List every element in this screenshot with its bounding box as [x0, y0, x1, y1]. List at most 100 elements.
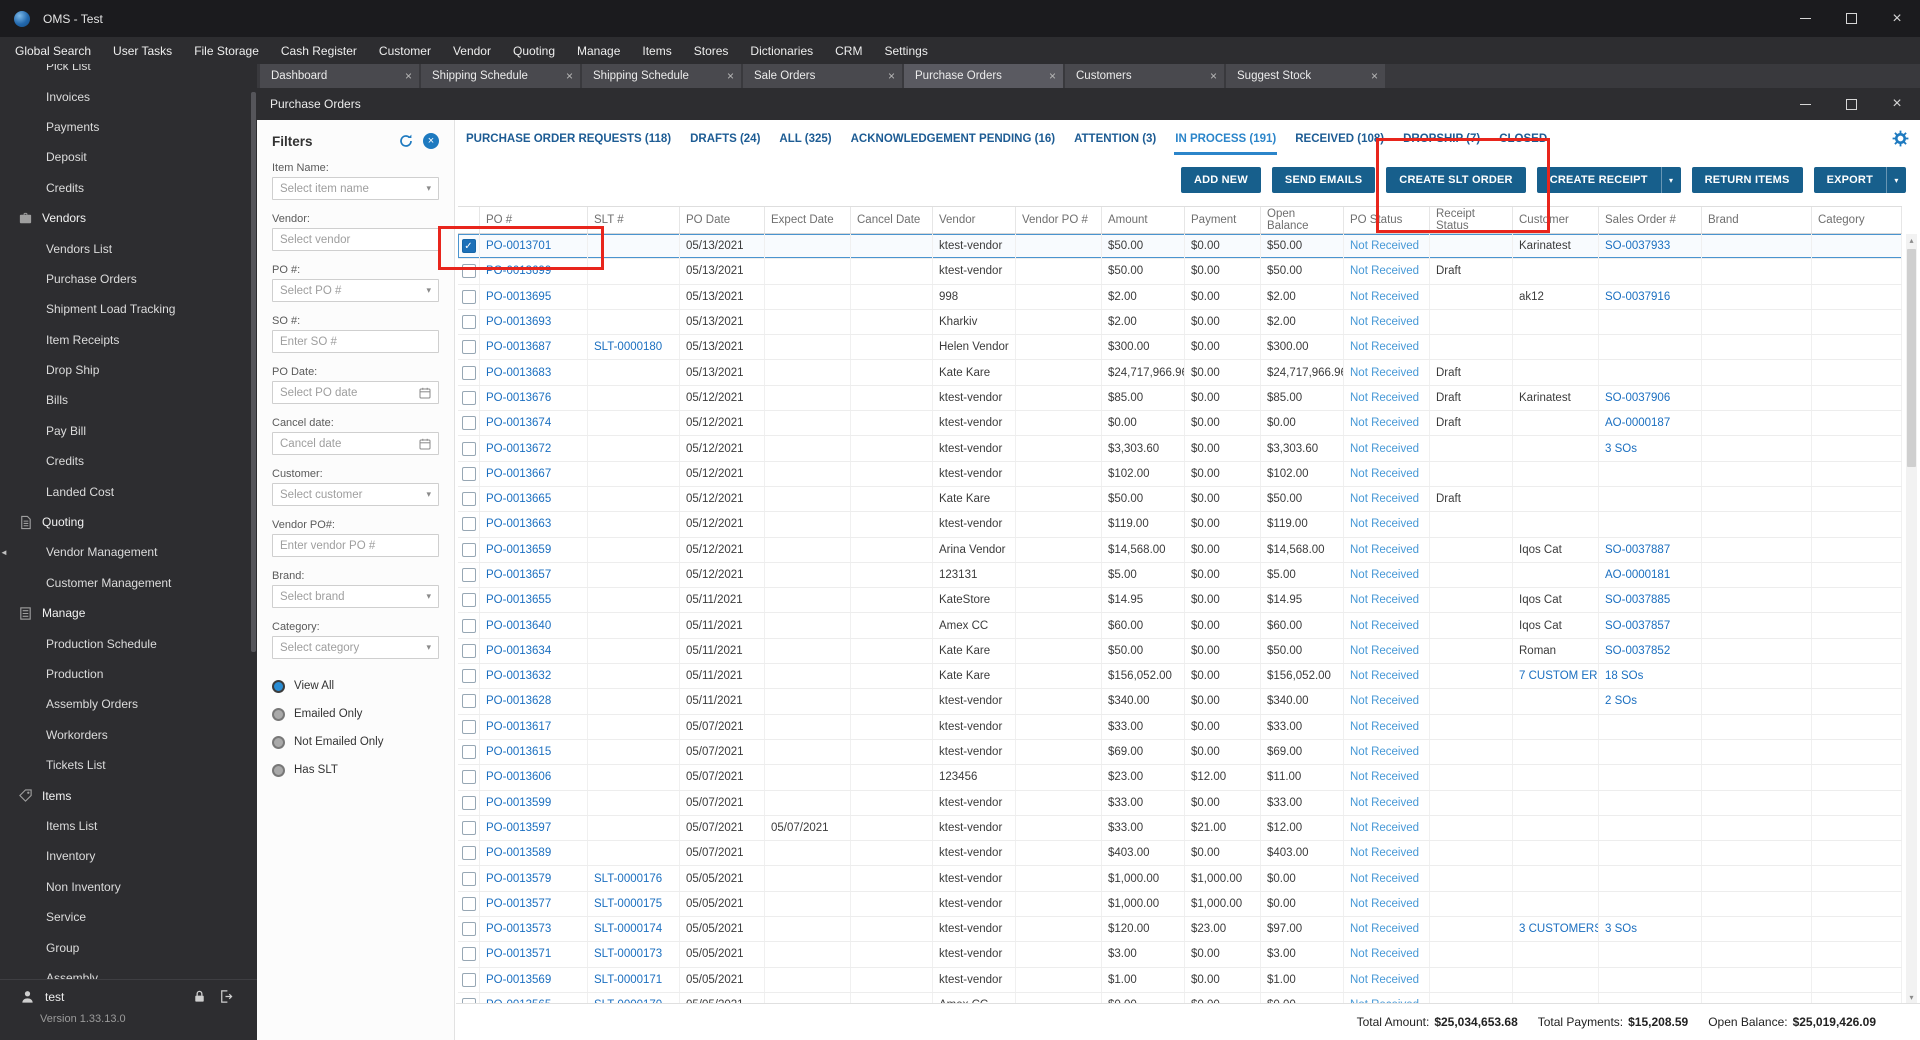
inner-minimize-icon[interactable] [1782, 88, 1828, 120]
po-link[interactable]: PO-0013687 [486, 341, 551, 353]
sidebar-item-credits[interactable]: Credits [0, 173, 257, 203]
row-checkbox[interactable] [461, 922, 476, 937]
column-header-po-date[interactable]: PO Date [680, 207, 765, 233]
po-link[interactable]: PO-0013663 [486, 518, 551, 530]
row-checkbox[interactable] [461, 517, 476, 532]
user-menu[interactable]: test [0, 980, 257, 1013]
window-tab-suggest-stock[interactable]: Suggest Stock × [1226, 64, 1385, 88]
table-row[interactable]: PO-0013579 SLT-0000176 05/05/2021 ktest-ven… [458, 866, 1902, 892]
grid-scrollbar[interactable]: ▴ ▾ [1906, 234, 1917, 1004]
tab-close-icon[interactable]: × [1371, 69, 1378, 83]
tab-received-108[interactable]: RECEIVED (108) [1294, 127, 1385, 155]
sales-order-link[interactable]: SO-0037933 [1605, 240, 1670, 252]
scroll-thumb[interactable] [1907, 249, 1916, 467]
column-header-payment[interactable]: Payment [1185, 207, 1261, 233]
po-link[interactable]: PO-0013577 [486, 898, 551, 910]
sidebar-item-customer-management[interactable]: Customer Management [0, 568, 257, 598]
row-checkbox[interactable] [461, 416, 476, 431]
table-row[interactable]: PO-0013606 05/07/2021 123456 $23.00 $12.00 $1… [458, 765, 1902, 791]
row-checkbox[interactable] [461, 820, 476, 835]
filter-vendor-input[interactable]: Select vendor [272, 228, 439, 251]
filter-radio-view-all[interactable]: View All [272, 672, 439, 700]
column-header-open-balance[interactable]: Open Balance [1261, 207, 1344, 233]
po-link[interactable]: PO-0013659 [486, 544, 551, 556]
po-status-link[interactable]: Not Received [1350, 468, 1419, 480]
slt-link[interactable]: SLT-0000173 [594, 948, 662, 960]
row-checkbox[interactable] [461, 466, 476, 481]
sidebar-item-inventory[interactable]: Inventory [0, 841, 257, 871]
po-status-link[interactable]: Not Received [1350, 670, 1419, 682]
menu-item-settings[interactable]: Settings [873, 37, 938, 64]
dropdown-caret-icon[interactable]: ▾ [1660, 167, 1681, 193]
window-tab-purchase-orders[interactable]: Purchase Orders × [904, 64, 1063, 88]
sales-order-link[interactable]: SO-0037887 [1605, 544, 1670, 556]
menu-item-manage[interactable]: Manage [566, 37, 631, 64]
po-status-link[interactable]: Not Received [1350, 645, 1419, 657]
po-link[interactable]: PO-0013695 [486, 291, 551, 303]
table-row[interactable]: PO-0013693 05/13/2021 Kharkiv $2.00 $0.00 $2.… [458, 309, 1902, 336]
po-link[interactable]: PO-0013640 [486, 620, 551, 632]
window-tab-dashboard[interactable]: Dashboard × [260, 64, 419, 88]
sidebar-item-items-list[interactable]: Items List [0, 811, 257, 841]
row-checkbox[interactable] [461, 542, 476, 557]
menu-item-vendor[interactable]: Vendor [442, 37, 502, 64]
row-checkbox[interactable] [461, 719, 476, 734]
sales-order-link[interactable]: 18 SOs [1605, 670, 1643, 682]
po-status-link[interactable]: Not Received [1350, 695, 1419, 707]
filter-customer-input[interactable]: Select customer ▾ [272, 483, 439, 506]
slt-link[interactable]: SLT-0000175 [594, 898, 662, 910]
po-status-link[interactable]: Not Received [1350, 443, 1419, 455]
table-row[interactable]: PO-0013628 05/11/2021 ktest-vendor $340.00 $… [458, 689, 1902, 715]
sidebar-scrollbar[interactable] [251, 64, 256, 980]
sidebar-section-vendors[interactable]: Vendors [0, 203, 257, 233]
po-link[interactable]: PO-0013657 [486, 569, 551, 581]
sidebar-item-pay-bill[interactable]: Pay Bill [0, 416, 257, 446]
po-link[interactable]: PO-0013599 [486, 797, 551, 809]
po-link[interactable]: PO-0013676 [486, 392, 551, 404]
sidebar-section-manage[interactable]: Manage [0, 598, 257, 628]
table-row[interactable]: PO-0013687 SLT-0000180 05/13/2021 Helen Ven… [458, 335, 1902, 361]
po-link[interactable]: PO-0013597 [486, 822, 551, 834]
sidebar-section-items[interactable]: Items [0, 780, 257, 810]
sales-order-link[interactable]: 3 SOs [1605, 923, 1637, 935]
customers-link[interactable]: 3 CUSTOMERS [1519, 923, 1598, 935]
sidebar-item-landed-cost[interactable]: Landed Cost [0, 476, 257, 506]
po-status-link[interactable]: Not Received [1350, 873, 1419, 885]
po-status-link[interactable]: Not Received [1350, 898, 1419, 910]
sidebar-item-pick-list[interactable]: Pick List [0, 64, 257, 81]
row-checkbox[interactable] [461, 643, 476, 658]
row-checkbox[interactable] [461, 492, 476, 507]
filter-category-input[interactable]: Select category ▾ [272, 636, 439, 659]
filter-radio-has-slt[interactable]: Has SLT [272, 756, 439, 784]
po-status-link[interactable]: Not Received [1350, 518, 1419, 530]
tab-close-icon[interactable]: × [888, 69, 895, 83]
sidebar-scroll-thumb[interactable] [251, 92, 256, 652]
sidebar-item-purchase-orders[interactable]: Purchase Orders [0, 264, 257, 294]
row-checkbox[interactable] [461, 315, 476, 330]
return-items-button[interactable]: RETURN ITEMS [1691, 167, 1803, 193]
menu-item-user-tasks[interactable]: User Tasks [102, 37, 183, 64]
table-row[interactable]: PO-0013655 05/11/2021 KateStore $14.95 $0.00… [458, 588, 1902, 614]
row-checkbox[interactable] [461, 390, 476, 405]
minimize-icon[interactable] [1782, 0, 1828, 37]
po-link[interactable]: PO-0013615 [486, 746, 551, 758]
po-status-link[interactable]: Not Received [1350, 544, 1419, 556]
po-status-link[interactable]: Not Received [1350, 316, 1419, 328]
po-status-link[interactable]: Not Received [1350, 417, 1419, 429]
filters-close-icon[interactable]: × [423, 133, 439, 149]
inner-restore-icon[interactable] [1828, 88, 1874, 120]
menu-item-customer[interactable]: Customer [368, 37, 442, 64]
slt-link[interactable]: SLT-0000174 [594, 923, 662, 935]
tab-close-icon[interactable]: × [1049, 69, 1056, 83]
row-checkbox[interactable] [461, 340, 476, 355]
export-button[interactable]: EXPORT ▾ [1813, 167, 1906, 193]
sidebar-item-vendor-management[interactable]: Vendor Management [0, 537, 257, 567]
row-checkbox[interactable] [461, 972, 476, 987]
sidebar-item-workorders[interactable]: Workorders [0, 720, 257, 750]
sidebar-item-credits[interactable]: Credits [0, 446, 257, 476]
row-checkbox[interactable] [461, 618, 476, 633]
refresh-icon[interactable] [398, 133, 414, 149]
calendar-icon[interactable] [419, 387, 431, 399]
table-row[interactable]: PO-0013577 SLT-0000175 05/05/2021 ktest-ven… [458, 891, 1902, 918]
sidebar-collapse-icon[interactable]: ◄ [0, 542, 11, 562]
